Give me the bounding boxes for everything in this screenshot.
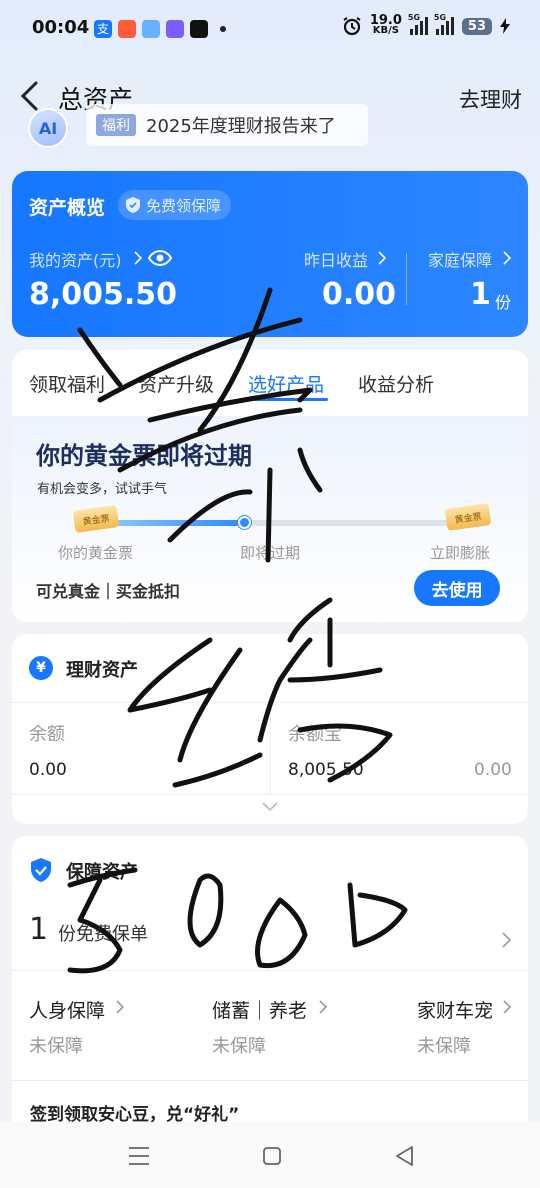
finance-assets-title[interactable]: 理财资产: [66, 656, 138, 682]
status-time: 00:04: [32, 17, 90, 38]
personal-protection-status: 未保障: [29, 1036, 83, 1057]
divider: [12, 970, 528, 971]
yesterday-income-label[interactable]: 昨日收益: [304, 247, 368, 271]
menu-icon[interactable]: [128, 1146, 150, 1166]
signal-2-icon: 5G: [434, 13, 454, 35]
balance-value: 0.00: [29, 760, 67, 780]
signal-1-icon: 5G: [408, 13, 428, 35]
tab-good-products[interactable]: 选好产品: [248, 370, 324, 397]
assets-overview-card: 资产概览 免费领保障 我的资产(元) 8,005.50 昨日收益 0.00 家庭…: [12, 171, 528, 337]
progress-dot: [238, 516, 251, 529]
chevron-right-icon: [503, 251, 511, 265]
tab-income-analysis[interactable]: 收益分析: [358, 370, 434, 397]
divider: [12, 1080, 528, 1081]
property-car-pet-label[interactable]: 家财车宠: [417, 996, 493, 1023]
report-banner[interactable]: 福利 2025年度理财报告来了: [86, 104, 368, 146]
system-nav-bar: [0, 1122, 540, 1188]
banner-text: 2025年度理财报告来了: [146, 116, 336, 137]
tab-welfare[interactable]: 领取福利: [29, 370, 105, 397]
protection-assets-title[interactable]: 保障资产: [66, 858, 138, 884]
tab-asset-upgrade[interactable]: 资产升级: [138, 370, 214, 397]
yuebao-income-value: 0.00: [474, 760, 512, 780]
back-arrow-icon[interactable]: [18, 80, 40, 112]
step-your-ticket: 你的黄金票: [58, 544, 134, 562]
status-right: 19.0 KB/S 5G 5G 53: [342, 13, 510, 36]
chevron-right-icon: [116, 1000, 124, 1014]
yesterday-income-value: 0.00: [322, 277, 397, 312]
battery-icon: 53: [461, 17, 492, 35]
family-protection-value: 1: [470, 277, 491, 312]
free-protection-button[interactable]: 免费领保障: [118, 190, 232, 220]
yuebao-label[interactable]: 余额宝: [288, 720, 342, 746]
my-assets-value: 8,005.50: [29, 277, 178, 312]
network-speed: 19.0 KB/S: [369, 13, 402, 36]
balance-label[interactable]: 余额: [29, 720, 65, 746]
step-expand: 立即膨胀: [430, 544, 491, 562]
weather-icon: [142, 20, 160, 38]
finance-assets-card: ¥ 理财资产 余额 0.00 余额宝 8,005.50 0.00: [12, 634, 528, 824]
family-protection-label[interactable]: 家庭保障: [428, 247, 492, 271]
tiktok-icon: [190, 20, 208, 38]
assets-overview-title: 资产概览: [29, 197, 106, 219]
welfare-tag: 福利: [96, 114, 136, 136]
chevron-right-icon[interactable]: [502, 932, 511, 948]
product-tabs-card: 领取福利 资产升级 选好产品 收益分析 你的黄金票即将过期 有机会变多，试试手气…: [12, 350, 528, 622]
home-icon[interactable]: [262, 1146, 282, 1166]
gold-ticket-subtitle: 有机会变多，试试手气: [37, 482, 168, 497]
alipay-icon: 支: [94, 20, 112, 38]
my-assets-label[interactable]: 我的资产(元): [29, 247, 122, 271]
chevron-right-icon: [378, 251, 386, 265]
alarm-icon: [343, 17, 361, 36]
yuebao-value: 8,005.50: [288, 760, 364, 780]
charging-icon: [500, 18, 510, 34]
shield-icon: [126, 197, 140, 213]
savings-pension-status: 未保障: [212, 1036, 266, 1057]
divider: [406, 253, 407, 305]
family-protection-unit: 份: [495, 293, 512, 312]
personal-protection-label[interactable]: 人身保障: [29, 996, 105, 1023]
gold-ticket-title: 你的黄金票即将过期: [36, 442, 252, 470]
status-app-icons: 支: [94, 20, 226, 38]
savings-pension-label[interactable]: 储蓄｜养老: [212, 996, 307, 1023]
ai-assistant-icon[interactable]: AI: [28, 108, 68, 148]
gold-ticket-icon: 黄金票: [72, 505, 120, 533]
game-icon: [118, 20, 136, 38]
gold-ticket-panel[interactable]: 你的黄金票即将过期 有机会变多，试试手气 黄金票 黄金票 你的黄金票 即将过期 …: [12, 416, 528, 622]
shield-check-icon: [31, 858, 51, 882]
policy-count: 1: [29, 912, 49, 947]
divider: [270, 702, 271, 794]
more-notifications-icon: [220, 26, 226, 32]
exchange-text: 可兑真金｜买金抵扣: [36, 582, 181, 601]
free-protection-label: 免费领保障: [146, 196, 222, 215]
chevron-down-icon[interactable]: [262, 802, 278, 812]
back-nav-icon[interactable]: [394, 1145, 414, 1167]
chevron-right-icon: [503, 1000, 511, 1014]
step-expiring: 即将过期: [240, 544, 301, 562]
gold-ticket-icon: 黄金票: [444, 503, 492, 531]
chevron-right-icon: [134, 251, 142, 265]
go-finance-link[interactable]: 去理财: [459, 84, 522, 114]
protection-assets-card: 保障资产 1 份免费保单 人身保障 未保障 储蓄｜养老 未保障 家财车宠 未保障…: [12, 836, 528, 1156]
chevron-right-icon: [319, 1000, 327, 1014]
divider: [12, 794, 528, 795]
yen-icon: ¥: [29, 656, 53, 680]
active-tab-indicator: [248, 398, 328, 401]
eye-icon[interactable]: [148, 249, 172, 267]
policy-text: 份免费保单: [58, 924, 148, 945]
property-car-pet-status: 未保障: [417, 1036, 471, 1057]
sticker-icon: [166, 20, 184, 38]
use-button[interactable]: 去使用: [414, 570, 500, 606]
